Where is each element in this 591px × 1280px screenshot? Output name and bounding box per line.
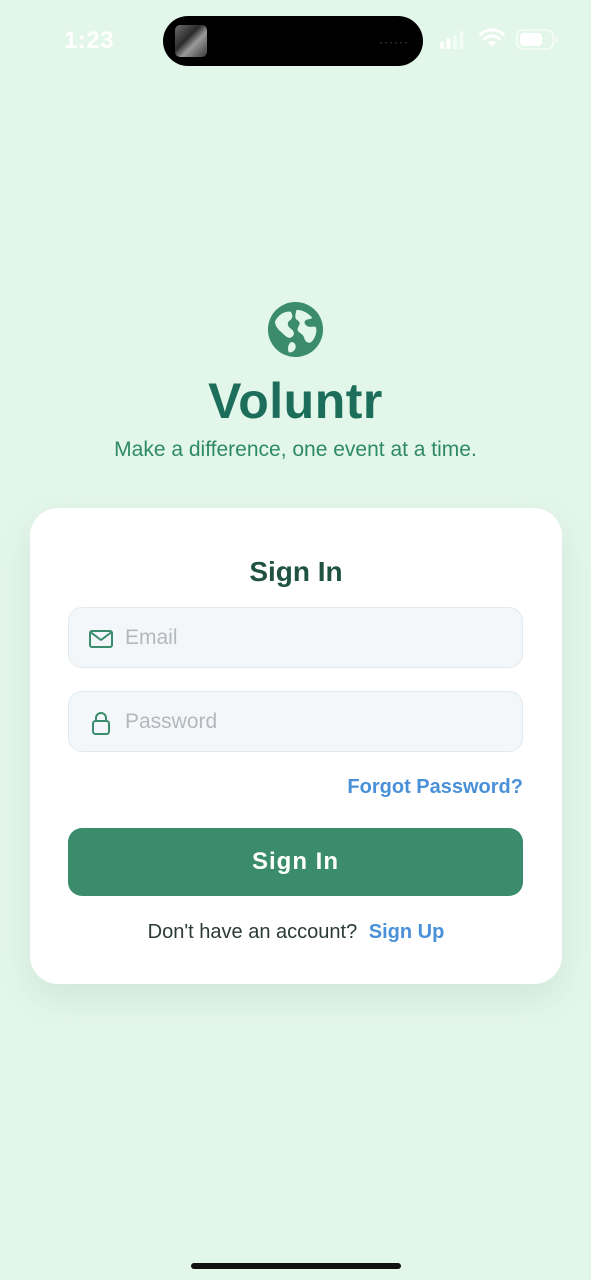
status-bar: 1:23 ······ xyxy=(0,0,591,80)
signup-link[interactable]: Sign Up xyxy=(369,921,445,943)
dynamic-island[interactable]: ······ xyxy=(163,16,423,66)
battery-icon xyxy=(516,29,558,50)
app-title: Voluntr xyxy=(208,373,383,429)
now-playing-thumbnail xyxy=(175,25,207,57)
wifi-icon xyxy=(479,28,505,47)
home-indicator[interactable] xyxy=(191,1263,401,1269)
password-field[interactable] xyxy=(68,691,523,752)
app-tagline: Make a difference, one event at a time. xyxy=(114,438,477,461)
island-activity-dots: ······ xyxy=(379,35,409,49)
status-time: 1:23 xyxy=(64,27,115,54)
signin-title: Sign In xyxy=(249,556,343,587)
password-input[interactable] xyxy=(125,692,510,751)
globe-icon xyxy=(267,301,324,358)
signal-icon xyxy=(440,31,464,49)
signup-prompt: Don't have an account? xyxy=(147,921,358,943)
envelope-icon xyxy=(89,630,113,648)
signin-button[interactable]: Sign In xyxy=(68,828,523,896)
email-field[interactable] xyxy=(68,607,523,668)
signin-card: Sign In Forgot Password? Sign In Don't h… xyxy=(30,508,562,984)
signup-row: Don't have an account? Sign Up xyxy=(30,921,562,944)
lock-icon xyxy=(92,712,110,735)
email-input[interactable] xyxy=(125,608,510,667)
forgot-password-link[interactable]: Forgot Password? xyxy=(347,776,523,799)
